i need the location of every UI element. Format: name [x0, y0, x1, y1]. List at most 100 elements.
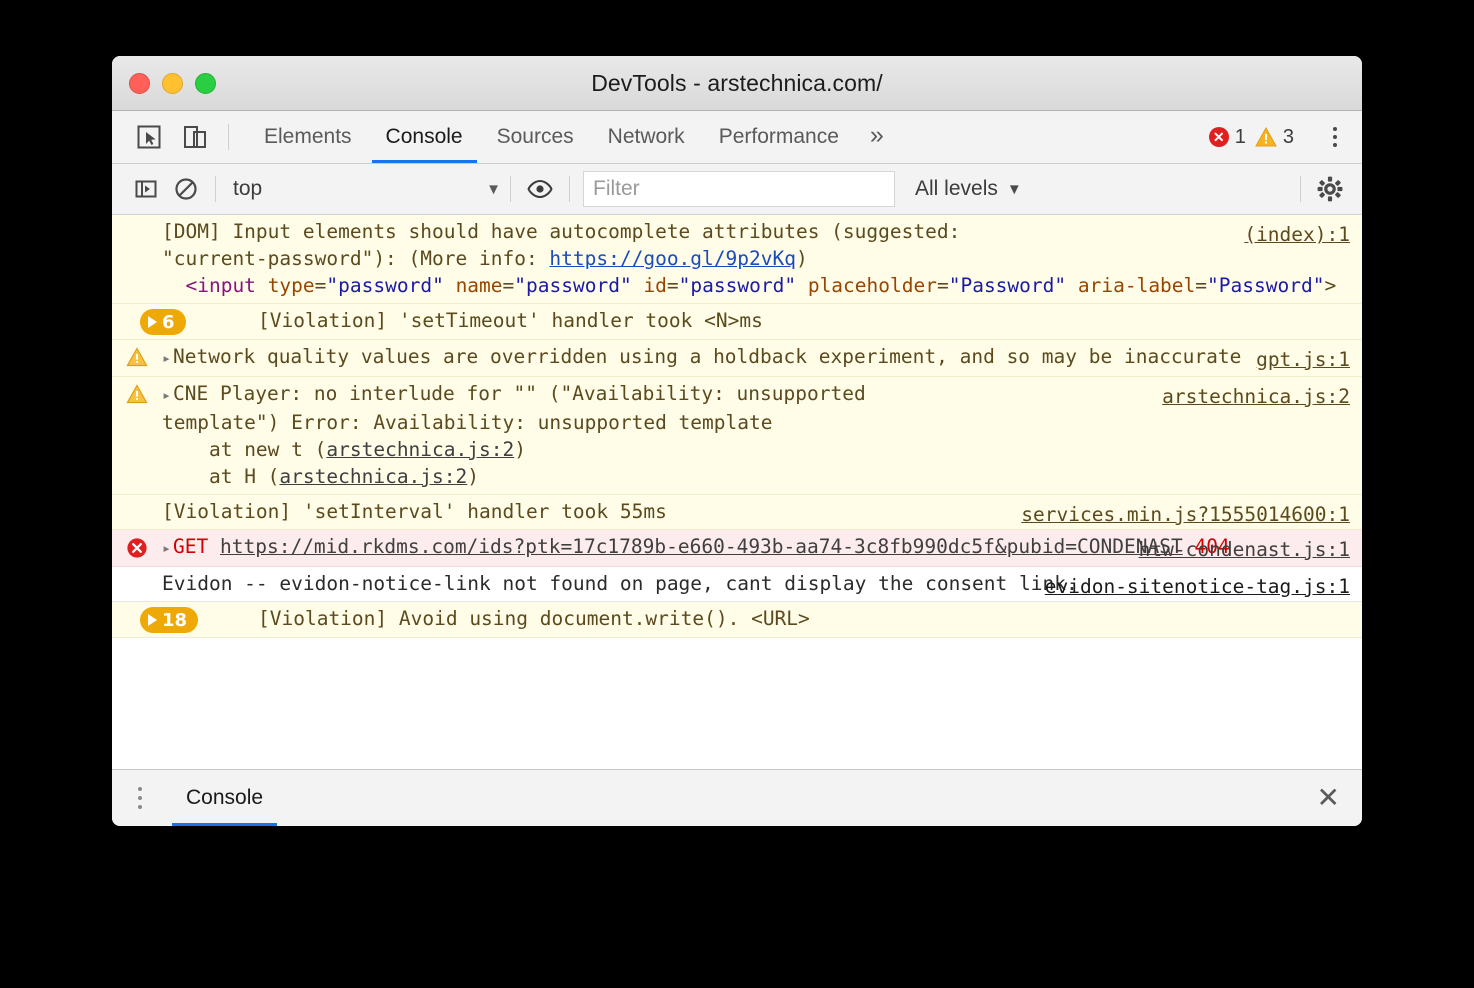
- dom-attr-value-name: "password": [514, 274, 631, 297]
- stack-frame-1-post: ): [514, 438, 526, 461]
- expand-arrow-icon[interactable]: ▸: [162, 345, 171, 372]
- tab-performance[interactable]: Performance: [702, 111, 856, 163]
- live-expression-icon[interactable]: [520, 169, 560, 209]
- request-url-link[interactable]: https://mid.rkdms.com/ids?ptk=17c1789b-e…: [220, 535, 1183, 558]
- tabbar-status-area: ✕ 1 3: [1209, 111, 1362, 163]
- error-count-value: 1: [1235, 126, 1246, 149]
- zoom-window-button[interactable]: [195, 73, 216, 94]
- filter-input[interactable]: Filter: [583, 171, 895, 207]
- http-method: GET: [173, 535, 208, 558]
- error-count-badge[interactable]: ✕ 1: [1209, 126, 1246, 149]
- repeat-count-value: 18: [162, 607, 187, 634]
- warning-triangle-icon: [126, 384, 148, 404]
- more-info-link[interactable]: https://goo.gl/9p2vKq: [549, 247, 796, 270]
- device-toolbar-icon[interactable]: [172, 111, 218, 163]
- console-toolbar-right: [1291, 169, 1362, 209]
- close-window-button[interactable]: [129, 73, 150, 94]
- message-line-2-pre: "current-password"): (More info:: [162, 247, 549, 270]
- message-line-1: CNE Player: no interlude for "" ("Availa…: [173, 382, 866, 405]
- execution-context-selector[interactable]: top ▼: [225, 177, 501, 201]
- message-text: ▸CNE Player: no interlude for "" ("Avail…: [162, 380, 1362, 490]
- source-link[interactable]: services.min.js?1555014600:1: [1021, 501, 1350, 528]
- dom-attr-name-aria-label: aria-label: [1078, 274, 1195, 297]
- console-message-cne-player[interactable]: ▸CNE Player: no interlude for "" ("Avail…: [112, 377, 1362, 495]
- message-body: [Violation] 'setInterval' handler took 5…: [162, 500, 667, 523]
- more-tabs-icon[interactable]: »: [856, 111, 898, 163]
- source-link[interactable]: arstechnica.js:2: [1162, 383, 1350, 410]
- settings-gear-icon[interactable]: [1310, 169, 1350, 209]
- error-circle-icon: ✕: [1209, 127, 1229, 147]
- window-controls: [129, 73, 216, 94]
- stack-frame-2-link[interactable]: arstechnica.js:2: [279, 465, 467, 488]
- log-level-value: All levels: [915, 177, 998, 201]
- repeat-count-badge[interactable]: 6: [140, 309, 186, 335]
- window-title: DevTools - arstechnica.com/: [112, 70, 1362, 97]
- play-triangle-icon: [148, 316, 157, 328]
- console-message-violation-documentwrite[interactable]: 18 [Violation] Avoid using document.writ…: [112, 602, 1362, 638]
- stack-frame-2-post: ): [467, 465, 479, 488]
- message-gutter: 6: [112, 307, 258, 335]
- clear-console-icon[interactable]: [166, 169, 206, 209]
- message-text: [DOM] Input elements should have autocom…: [162, 218, 1362, 299]
- log-level-selector[interactable]: All levels ▼: [915, 177, 1022, 201]
- dom-tag-close: >: [1324, 274, 1336, 297]
- repeat-count-value: 6: [162, 309, 175, 336]
- console-message-violation-settimeout[interactable]: 6 [Violation] 'setTimeout' handler took …: [112, 304, 1362, 340]
- dom-attr-name-id: id: [643, 274, 666, 297]
- warning-count-badge[interactable]: 3: [1255, 126, 1294, 149]
- more-options-icon[interactable]: [1318, 127, 1352, 147]
- console-message-network-quality[interactable]: ▸Network quality values are overridden u…: [112, 340, 1362, 377]
- dom-attr-value-aria-label: "Password": [1207, 274, 1324, 297]
- stack-frame-1-pre: at new t (: [162, 438, 326, 461]
- drawer-more-options-icon[interactable]: [112, 787, 168, 809]
- tab-network[interactable]: Network: [591, 111, 702, 163]
- repeat-count-badge[interactable]: 18: [140, 607, 198, 633]
- dom-tag-open: <input: [185, 274, 255, 297]
- source-link[interactable]: (index):1: [1244, 221, 1350, 248]
- console-message-violation-setinterval[interactable]: [Violation] 'setInterval' handler took 5…: [112, 495, 1362, 530]
- message-gutter: [112, 343, 162, 372]
- source-link[interactable]: evidon-sitenotice-tag.js:1: [1045, 573, 1350, 600]
- console-sidebar-icon[interactable]: [126, 169, 166, 209]
- warning-count-value: 3: [1283, 126, 1294, 149]
- console-message-get-404[interactable]: ▸GET https://mid.rkdms.com/ids?ptk=17c17…: [112, 530, 1362, 567]
- source-link[interactable]: htw-condenast.js:1: [1139, 536, 1350, 563]
- play-triangle-icon: [148, 614, 157, 626]
- tab-elements[interactable]: Elements: [247, 111, 369, 163]
- dom-attr-name-placeholder: placeholder: [808, 274, 937, 297]
- devtools-tabbar: Elements Console Sources Network Perform…: [112, 111, 1362, 164]
- drawer-tab-console[interactable]: Console: [168, 770, 281, 826]
- message-gutter: [112, 218, 162, 299]
- toolbar-divider-1: [215, 176, 216, 202]
- message-gutter: [112, 570, 162, 597]
- warning-triangle-icon: [126, 347, 148, 367]
- toolbar-divider-2: [510, 176, 511, 202]
- tab-console[interactable]: Console: [369, 111, 480, 163]
- console-message-list[interactable]: [DOM] Input elements should have autocom…: [112, 215, 1362, 769]
- message-gutter: [112, 380, 162, 490]
- console-message-dom-autocomplete[interactable]: [DOM] Input elements should have autocom…: [112, 215, 1362, 304]
- minimize-window-button[interactable]: [162, 73, 183, 94]
- message-line-2: template") Error: Availability: unsuppor…: [162, 411, 772, 434]
- source-link[interactable]: gpt.js:1: [1256, 346, 1350, 373]
- tabbar-divider: [228, 124, 229, 150]
- message-line-2-post: ): [796, 247, 808, 270]
- toolbar-divider-4: [1300, 176, 1301, 202]
- dom-attr-value-type: "password": [326, 274, 443, 297]
- panel-tabs: Elements Console Sources Network Perform…: [247, 111, 898, 163]
- execution-context-value: top: [233, 177, 262, 201]
- dom-attr-name-type: type: [268, 274, 315, 297]
- message-line-1: [DOM] Input elements should have autocom…: [162, 220, 960, 243]
- close-icon[interactable]: ✕: [1317, 784, 1340, 812]
- chevron-down-icon: ▼: [1007, 181, 1022, 198]
- expand-arrow-icon[interactable]: ▸: [162, 535, 171, 562]
- dom-attr-name-name: name: [456, 274, 503, 297]
- expand-arrow-icon[interactable]: ▸: [162, 382, 171, 409]
- tab-sources[interactable]: Sources: [480, 111, 591, 163]
- stack-frame-1-link[interactable]: arstechnica.js:2: [326, 438, 514, 461]
- console-message-evidon[interactable]: Evidon -- evidon-notice-link not found o…: [112, 567, 1362, 602]
- error-circle-icon: [126, 537, 148, 559]
- warning-triangle-icon: [1255, 127, 1277, 147]
- inspect-element-icon[interactable]: [126, 111, 172, 163]
- message-text: ▸GET https://mid.rkdms.com/ids?ptk=17c17…: [162, 533, 1362, 562]
